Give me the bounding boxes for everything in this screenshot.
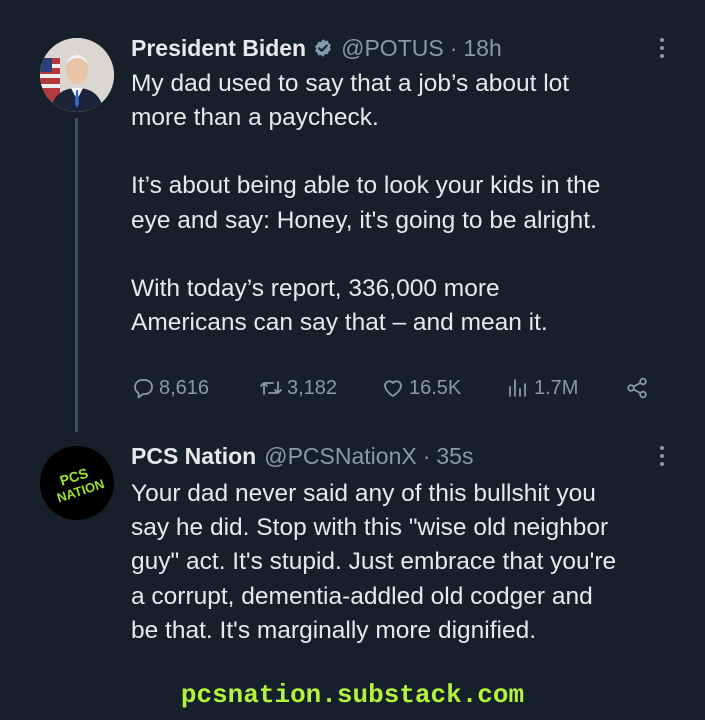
- avatar-pcs-nation[interactable]: PCS NATION: [40, 446, 114, 520]
- retweet-button[interactable]: 3,182: [259, 372, 337, 404]
- tweet-timestamp[interactable]: 35s: [436, 443, 473, 470]
- views-count: 1.7M: [534, 376, 579, 399]
- retweet-icon: [260, 381, 282, 395]
- views-icon: [509, 379, 526, 397]
- like-count: 16.5K: [409, 376, 462, 399]
- thread-connector-line: [75, 118, 78, 432]
- tweet-line-break: [131, 238, 691, 272]
- like-icon: [384, 380, 402, 397]
- tweet-line-break: [131, 135, 691, 169]
- tweet-line: With today’s report, 336,000 more: [131, 274, 500, 302]
- tweet-actions: 8,616 3,182 16.5K 1.7M: [131, 372, 661, 404]
- tweet-line: Americans can say that – and mean it.: [131, 309, 548, 337]
- author-name[interactable]: PCS Nation: [131, 443, 256, 470]
- reply-count: 8,616: [159, 376, 210, 399]
- avatar-president-biden[interactable]: [40, 38, 114, 112]
- author-handle[interactable]: @POTUS: [341, 35, 444, 62]
- more-icon[interactable]: [655, 441, 669, 471]
- tweet-line: Your dad never said any of this bullshit…: [131, 480, 596, 507]
- like-button[interactable]: 16.5K: [381, 372, 461, 404]
- tweet-timestamp[interactable]: 18h: [463, 35, 501, 62]
- reply-button[interactable]: 8,616: [131, 372, 209, 404]
- separator-dot: ·: [449, 34, 458, 61]
- tweet-text: My dad used to say that a job’s about lo…: [131, 67, 691, 340]
- more-icon[interactable]: [655, 33, 669, 63]
- reply-icon: [134, 379, 153, 399]
- tweet-line: guy" act. It's stupid. Just embrace that…: [131, 548, 617, 576]
- tweet-line: say he did. Stop with this "wise old nei…: [131, 514, 609, 542]
- tweet-line: more than a paycheck.: [131, 104, 379, 132]
- watermark-footer: pcsnation.substack.com: [180, 680, 525, 710]
- author-handle[interactable]: @PCSNationX: [264, 443, 416, 470]
- views-button[interactable]: 1.7M: [506, 372, 578, 404]
- tweet-line: a corrupt, dementia-addled old codger an…: [131, 582, 593, 610]
- tweet-line: be that. It's marginally more dignified.: [131, 616, 537, 644]
- tweet-potus[interactable]: President Biden @POTUS · 18h My dad used…: [0, 0, 705, 432]
- share-icon: [627, 377, 647, 399]
- tweet-line: eye and say: Honey, it's going to be alr…: [131, 206, 597, 234]
- tweet-header: PCS Nation @PCSNationX · 35s: [131, 441, 473, 471]
- tweet-text: Your dad never said any of this bullshit…: [131, 477, 691, 648]
- tweet-line: It’s about being able to look your kids …: [131, 172, 601, 200]
- separator-dot: ·: [422, 442, 431, 469]
- share-button[interactable]: [625, 372, 649, 404]
- author-name[interactable]: President Biden: [131, 35, 306, 62]
- tweet-line: My dad used to say that a job’s about lo…: [131, 70, 570, 97]
- retweet-count: 3,182: [287, 376, 338, 399]
- tweet-header: President Biden @POTUS · 18h: [131, 33, 502, 63]
- verified-badge-icon[interactable]: [313, 38, 333, 58]
